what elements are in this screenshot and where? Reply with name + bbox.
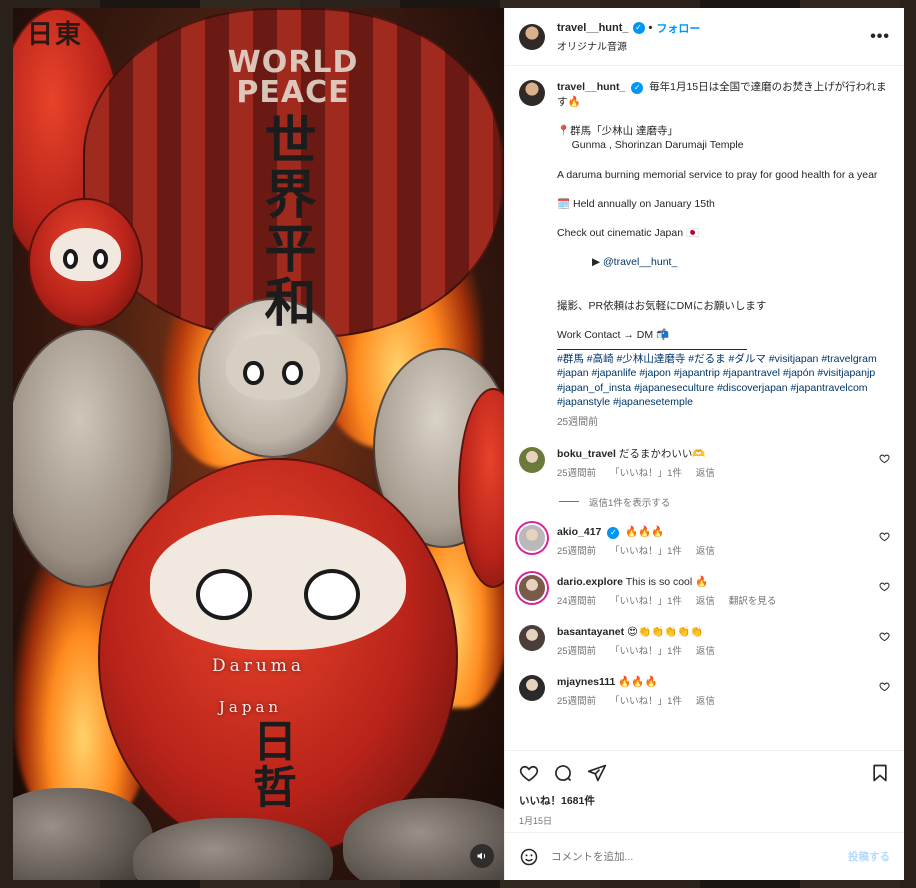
- caption-line: [557, 314, 890, 329]
- comment-composer: 投稿する: [505, 832, 904, 880]
- comment-item: basantayanet 😍👏👏👏👏👏 25週間前 「いいね！」1件 返信: [519, 624, 890, 659]
- caption-line: 撮影、PR依頼はお気軽にDMにお願いします: [557, 299, 767, 312]
- volume-toggle-button[interactable]: [470, 844, 494, 868]
- comment-like-heart-icon[interactable]: [879, 681, 890, 695]
- like-heart-icon[interactable]: [519, 763, 539, 783]
- reply-button[interactable]: 返信: [696, 695, 715, 709]
- commenter-username[interactable]: akio_417: [557, 526, 601, 538]
- verified-badge-icon: ✓: [632, 22, 645, 34]
- view-replies-button[interactable]: 返信1件を表示する: [559, 495, 890, 509]
- caption-line: A daruma burning memorial service to pra…: [557, 168, 878, 181]
- post-header: travel__hunt_ ✓ • フォロー オリジナル音源 •••: [505, 8, 904, 66]
- comment-timestamp: 25週間前: [557, 467, 597, 479]
- post-comment-button[interactable]: 投稿する: [848, 849, 890, 864]
- post-date: 1月15日: [519, 816, 553, 826]
- comment-item: dario.explore This is so cool 🔥 24週間前 「い…: [519, 574, 890, 609]
- post-modal: WORLD PEACE 世界平和 日東 日哲 Daruma Japan trav…: [13, 8, 904, 880]
- comment-likes[interactable]: 「いいね！」1件: [610, 545, 682, 559]
- reply-button[interactable]: 返信: [696, 595, 715, 609]
- see-translation-button[interactable]: 翻訳を見る: [729, 595, 777, 609]
- share-send-icon[interactable]: [587, 763, 607, 783]
- comment-text: だるまかわいい🫶: [618, 447, 706, 460]
- verified-badge-icon: ✓: [631, 82, 644, 94]
- caption-author-avatar[interactable]: [519, 80, 545, 106]
- likes-count[interactable]: いいね！1681件: [519, 793, 890, 808]
- comments-scroll-area[interactable]: travel__hunt_ ✓ 毎年1月15日は全国で達磨のお焚き上げが行われま…: [505, 66, 904, 750]
- commenter-avatar[interactable]: [519, 574, 545, 601]
- caption-timestamp: 25週間前: [557, 417, 599, 429]
- comment-timestamp: 24週間前: [557, 595, 597, 607]
- comment-timestamp: 25週間前: [557, 695, 597, 707]
- commenter-avatar[interactable]: [519, 524, 545, 551]
- caption-line: Check out cinematic Japan 🇯🇵: [557, 226, 700, 239]
- overlay-title-japan: Japan: [218, 698, 283, 716]
- caption-line: [557, 182, 890, 197]
- caption-line: 📍群馬「少林山 達磨寺」: [557, 124, 678, 137]
- follow-button[interactable]: フォロー: [656, 20, 700, 36]
- comment-timestamp: 25週間前: [557, 545, 597, 557]
- comment-like-heart-icon[interactable]: [879, 631, 890, 645]
- caption-line: [557, 153, 890, 168]
- comment-likes[interactable]: 「いいね！」1件: [610, 695, 682, 709]
- comment-like-heart-icon[interactable]: [879, 531, 890, 545]
- verified-badge-icon: ✓: [607, 526, 620, 539]
- mention-prefix: ▶: [592, 256, 604, 269]
- emoji-icon[interactable]: [519, 847, 539, 867]
- comment-text: 😍👏👏👏👏👏: [627, 625, 704, 638]
- comment-likes[interactable]: 「いいね！」1件: [610, 645, 682, 659]
- comment-timestamp: 25週間前: [557, 645, 597, 657]
- comment-text: 🔥🔥🔥: [625, 525, 665, 538]
- hashtags[interactable]: #群馬 #高崎 #少林山達磨寺 #だるま #ダルマ #visitjapan #t…: [557, 352, 890, 410]
- comment-item: mjaynes111 🔥🔥🔥 25週間前 「いいね！」1件 返信: [519, 674, 890, 709]
- author-username[interactable]: travel__hunt_: [557, 22, 629, 34]
- caption-block: travel__hunt_ ✓ 毎年1月15日は全国で達磨のお焚き上げが行われま…: [519, 80, 890, 431]
- commenter-avatar[interactable]: [519, 674, 545, 701]
- more-options-icon[interactable]: •••: [870, 28, 890, 46]
- world-peace-sign: WORLD PEACE: [227, 45, 359, 110]
- commenter-username[interactable]: boku_travel: [557, 448, 616, 460]
- speaker-icon: [477, 852, 486, 860]
- dot-separator: •: [648, 22, 653, 34]
- overlay-title-daruma: Daruma: [211, 656, 306, 676]
- caption-divider: [557, 348, 747, 350]
- audio-link[interactable]: オリジナル音源: [557, 38, 870, 53]
- post-sidebar: travel__hunt_ ✓ • フォロー オリジナル音源 ••• trave…: [504, 8, 904, 880]
- caption-line: [557, 109, 890, 124]
- commenter-avatar[interactable]: [519, 446, 545, 473]
- reply-button[interactable]: 返信: [696, 545, 715, 559]
- commenter-avatar[interactable]: [519, 624, 545, 651]
- comment-like-heart-icon[interactable]: [879, 581, 890, 595]
- rock: [13, 788, 153, 880]
- caption-line: 🗓️ Held annually on January 15th: [557, 197, 715, 210]
- commenter-username[interactable]: dario.explore: [557, 576, 623, 588]
- save-bookmark-icon[interactable]: [870, 763, 890, 783]
- comment-text: This is so cool 🔥: [625, 575, 709, 588]
- comment-item: boku_travel だるまかわいい🫶 25週間前 「いいね！」1件 返信: [519, 446, 890, 481]
- view-replies-label: 返信1件を表示する: [589, 497, 671, 509]
- reply-button[interactable]: 返信: [696, 645, 715, 659]
- comment-input[interactable]: [551, 850, 836, 863]
- comment-like-heart-icon[interactable]: [879, 453, 890, 467]
- kanji-left: 日東: [27, 20, 84, 50]
- kanji-bottom: 日哲: [245, 718, 296, 810]
- comment-likes[interactable]: 「いいね！」1件: [610, 595, 682, 609]
- kanji-world-peace: 世界平和: [255, 113, 316, 329]
- post-video[interactable]: WORLD PEACE 世界平和 日東 日哲 Daruma Japan: [13, 8, 504, 880]
- daruma-small-left: [28, 198, 143, 328]
- caption-line: [557, 211, 890, 226]
- author-avatar[interactable]: [519, 23, 545, 50]
- caption-username[interactable]: travel__hunt_: [557, 81, 625, 93]
- action-bar: いいね！1681件 1月15日: [505, 750, 904, 832]
- comment-bubble-icon[interactable]: [553, 763, 573, 783]
- comment-text: 🔥🔥🔥: [618, 675, 658, 688]
- replies-dash: [559, 501, 579, 503]
- mention-link[interactable]: @travel__hunt_: [603, 256, 677, 268]
- commenter-username[interactable]: basantayanet: [557, 626, 624, 638]
- caption-line: Work Contact → DM 📬: [557, 329, 670, 342]
- comment-likes[interactable]: 「いいね！」1件: [610, 467, 682, 481]
- comment-item: akio_417 ✓ 🔥🔥🔥 25週間前 「いいね！」1件 返信: [519, 524, 890, 559]
- commenter-username[interactable]: mjaynes111: [557, 676, 615, 688]
- reply-button[interactable]: 返信: [696, 467, 715, 481]
- caption-line: Gunma , Shorinzan Darumaji Temple: [557, 139, 744, 152]
